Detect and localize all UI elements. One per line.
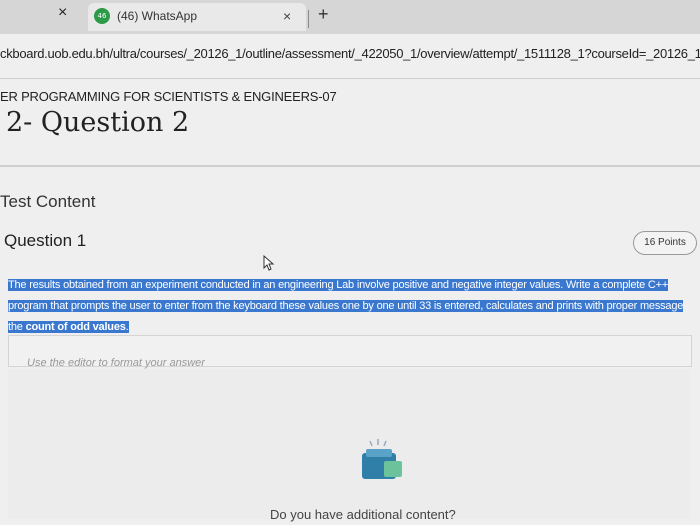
question-text: The results obtained from an experiment … — [8, 275, 698, 338]
new-tab-button[interactable]: + — [318, 4, 329, 25]
divider — [0, 165, 700, 167]
page-title: 2- Question 2 — [6, 107, 190, 138]
mouse-cursor-icon — [263, 254, 275, 274]
tab-title: (46) WhatsApp — [117, 9, 198, 23]
course-title: ER PROGRAMMING FOR SCIENTISTS & ENGINEER… — [0, 89, 337, 104]
url-text[interactable]: ckboard.uob.edu.bh/ultra/courses/_20126_… — [0, 46, 700, 61]
question-text-end: . — [125, 321, 129, 333]
answer-editor-toolbar[interactable]: Use the editor to format your answer — [8, 335, 692, 369]
browser-tab-bar: × 46 (46) WhatsApp × + — [0, 0, 700, 34]
whatsapp-icon: 46 — [94, 8, 110, 24]
tab-whatsapp[interactable]: 46 (46) WhatsApp × — [88, 3, 306, 31]
question-label: Question 1 — [4, 231, 87, 250]
assessment-page: ER PROGRAMMING FOR SCIENTISTS & ENGINEER… — [0, 79, 700, 525]
points-badge: 16 Points — [633, 231, 697, 255]
section-heading: Test Content — [0, 192, 96, 211]
additional-content-prompt: Do you have additional content? — [270, 507, 456, 522]
question-text-bold: count of odd values — [25, 321, 126, 333]
prev-tab-close-icon[interactable]: × — [58, 4, 67, 22]
content-illustration-icon — [356, 439, 412, 483]
tab-separator — [308, 10, 309, 28]
tab-close-icon[interactable]: × — [283, 8, 291, 24]
address-bar[interactable]: ckboard.uob.edu.bh/ultra/courses/_20126_… — [0, 34, 700, 79]
answer-editor[interactable] — [8, 369, 690, 519]
editor-placeholder: Use the editor to format your answer — [27, 357, 205, 369]
